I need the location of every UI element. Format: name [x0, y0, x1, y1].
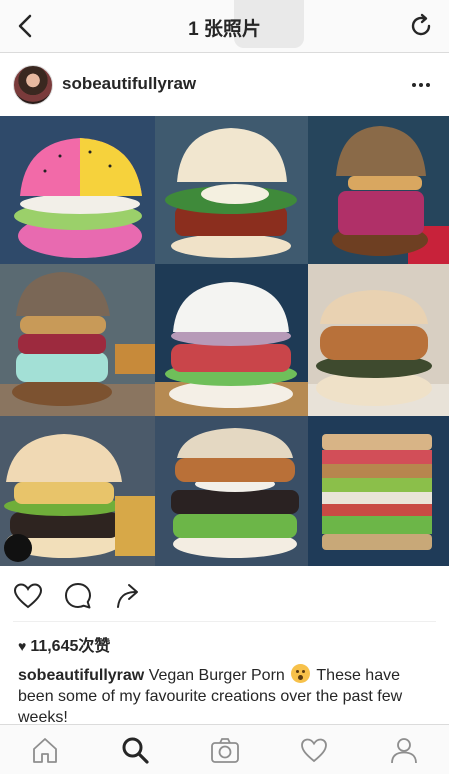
photo-tile-beet-burger: [308, 116, 449, 264]
likes-text: 11,645次赞: [30, 638, 111, 655]
caption-username[interactable]: sobeautifullyraw: [18, 667, 144, 684]
post-caption: sobeautifullyraw Vegan Burger Porn These…: [18, 664, 438, 728]
divider: [13, 621, 436, 622]
astonished-face-emoji-icon: [291, 664, 311, 683]
photo-tile-tall-stack-burger: [0, 264, 155, 416]
bottom-tabbar: [0, 724, 449, 774]
photo-tile-fried-onion-burger: [308, 264, 449, 416]
likes-count[interactable]: ♥ 11,645次赞: [18, 632, 110, 656]
comment-icon[interactable]: [62, 580, 94, 612]
post-actions: [0, 568, 449, 620]
share-icon[interactable]: [112, 580, 144, 612]
heart-icon[interactable]: [12, 580, 44, 612]
camera-icon[interactable]: [210, 735, 240, 765]
post-photo[interactable]: [0, 116, 449, 566]
profile-icon[interactable]: [389, 735, 419, 765]
home-icon[interactable]: [30, 735, 60, 765]
avatar[interactable]: [13, 65, 53, 105]
photo-tile-spinach-burger: [155, 116, 308, 264]
heart-small-icon: ♥: [18, 638, 27, 654]
page-title: 1 张照片: [188, 19, 261, 40]
top-navbar: 1 张照片: [0, 0, 449, 53]
photo-tile-white-bun-burger: [155, 264, 308, 416]
post-header: sobeautifullyraw: [0, 53, 449, 115]
caption-text-1: Vegan Burger Porn: [144, 667, 290, 684]
post-username[interactable]: sobeautifullyraw: [62, 74, 196, 94]
photo-tile-tempeh-burger: [155, 416, 308, 566]
ellipsis-icon[interactable]: [411, 75, 431, 95]
photo-tile-avocado-burger: [0, 416, 155, 566]
photo-tile-rainbow-bun-burger: [0, 116, 155, 264]
activity-heart-icon[interactable]: [299, 735, 329, 765]
refresh-icon[interactable]: [407, 12, 435, 40]
photo-tile-sandwich-stack: [308, 416, 449, 566]
search-icon[interactable]: [120, 735, 150, 765]
